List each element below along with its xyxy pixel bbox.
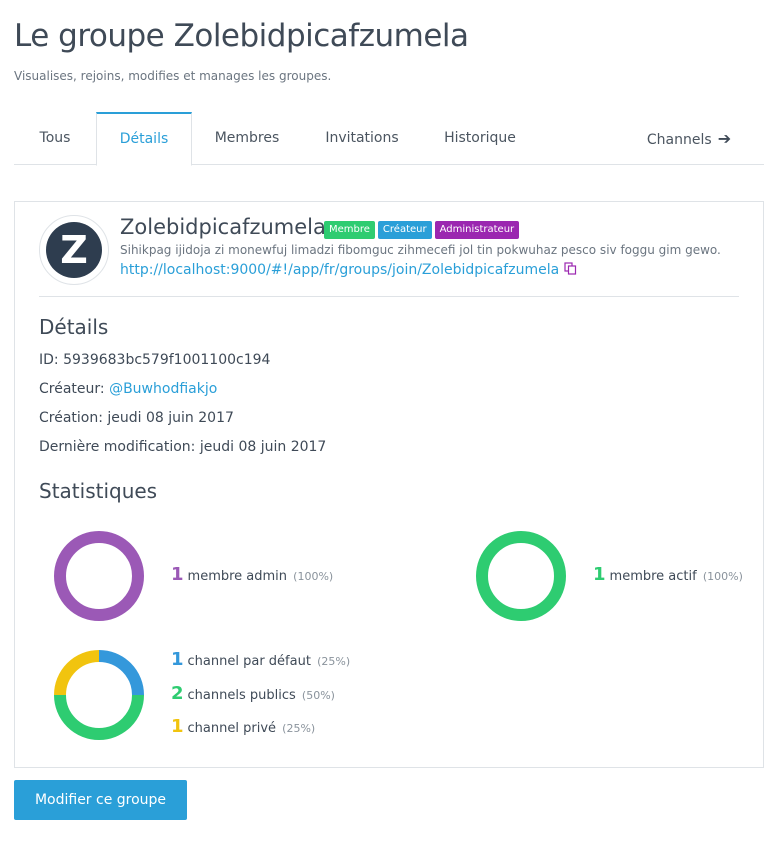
avatar-letter: Z bbox=[46, 222, 102, 278]
stat-public-pct: (50%) bbox=[301, 689, 335, 702]
group-name: Zolebidpicafzumela bbox=[120, 215, 326, 239]
invite-link-row: http://localhost:9000/#!/app/fr/groups/j… bbox=[120, 262, 577, 279]
group-card: Z Zolebidpicafzumela Membre Créateur Admin… bbox=[14, 201, 764, 768]
active-donut bbox=[476, 531, 566, 621]
stat-public-channels: 2 channels publics (50%) bbox=[171, 683, 335, 704]
detail-id: ID: 5939683bc579f1001100c194 bbox=[39, 352, 270, 368]
active-donut-ring bbox=[476, 531, 566, 621]
stat-admins: 1 membre admin (100%) bbox=[171, 564, 333, 585]
stat-default-channels: 1 channel par défaut (25%) bbox=[171, 649, 350, 670]
stat-private-channels: 1 channel privé (25%) bbox=[171, 716, 315, 737]
invite-link[interactable]: http://localhost:9000/#!/app/fr/groups/j… bbox=[120, 262, 559, 278]
detail-id-label: ID: bbox=[39, 352, 59, 368]
admin-donut bbox=[54, 531, 144, 621]
detail-creator-label: Créateur: bbox=[39, 381, 105, 397]
tab-channels[interactable]: Channels ➔ bbox=[634, 112, 744, 165]
edit-group-button[interactable]: Modifier ce groupe bbox=[14, 780, 187, 820]
detail-modified: Dernière modification: jeudi 08 juin 201… bbox=[39, 439, 326, 455]
channels-donut bbox=[54, 650, 144, 740]
detail-modified-value: jeudi 08 juin 2017 bbox=[199, 439, 327, 455]
detail-creator: Créateur: @Buwhodfiakjo bbox=[39, 381, 217, 397]
creator-badge: Créateur bbox=[377, 220, 432, 239]
channels-private-arc bbox=[54, 650, 100, 696]
creator-link[interactable]: @Buwhodfiakjo bbox=[109, 381, 217, 397]
admin-badge: Administrateur bbox=[434, 220, 520, 239]
tab-all[interactable]: Tous bbox=[14, 112, 96, 165]
tab-bar: Tous Détails Membres Invitations Histori… bbox=[14, 112, 764, 166]
admin-donut-ring bbox=[54, 531, 144, 621]
badges: Membre Créateur Administrateur bbox=[324, 219, 522, 239]
page-subtitle: Visualises, rejoins, modifies et manages… bbox=[14, 69, 332, 83]
stats-title: Statistiques bbox=[39, 479, 158, 503]
page-title: Le groupe Zolebidpicafzumela bbox=[14, 18, 469, 54]
stat-public-count: 2 bbox=[171, 683, 184, 704]
member-badge: Membre bbox=[324, 220, 375, 239]
tab-history[interactable]: Historique bbox=[422, 112, 538, 165]
channels-default-arc bbox=[98, 650, 144, 696]
stat-active-pct: (100%) bbox=[702, 570, 743, 583]
channels-public-arc bbox=[54, 694, 144, 740]
stat-default-pct: (25%) bbox=[317, 655, 351, 668]
stat-default-count: 1 bbox=[171, 649, 184, 670]
stat-private-count: 1 bbox=[171, 716, 184, 737]
stat-active-count: 1 bbox=[593, 564, 606, 585]
stat-admins-label: membre admin bbox=[187, 569, 288, 584]
detail-created: Création: jeudi 08 juin 2017 bbox=[39, 410, 234, 426]
detail-created-label: Création: bbox=[39, 410, 103, 426]
detail-modified-label: Dernière modification: bbox=[39, 439, 196, 455]
group-description: Sihikpag ijidoja zi monewfuj limadzi fib… bbox=[120, 243, 721, 257]
detail-created-value: jeudi 08 juin 2017 bbox=[107, 410, 234, 426]
details-title: Détails bbox=[39, 315, 109, 339]
stat-private-pct: (25%) bbox=[282, 722, 316, 735]
tab-invitations[interactable]: Invitations bbox=[302, 112, 422, 165]
detail-id-value: 5939683bc579f1001100c194 bbox=[63, 352, 271, 368]
stat-private-label: channel privé bbox=[187, 721, 277, 736]
copy-icon[interactable] bbox=[564, 262, 577, 279]
tab-members[interactable]: Membres bbox=[192, 112, 302, 165]
tab-details[interactable]: Détails bbox=[96, 112, 192, 166]
stat-active-label: membre actif bbox=[609, 569, 697, 584]
arrow-right-icon: ➔ bbox=[717, 129, 732, 148]
stat-active: 1 membre actif (100%) bbox=[593, 564, 743, 585]
stat-admins-pct: (100%) bbox=[293, 570, 334, 583]
stat-public-label: channels publics bbox=[187, 688, 296, 703]
avatar: Z bbox=[39, 215, 109, 285]
divider bbox=[39, 296, 739, 297]
stat-default-label: channel par défaut bbox=[187, 654, 311, 669]
stat-admins-count: 1 bbox=[171, 564, 184, 585]
